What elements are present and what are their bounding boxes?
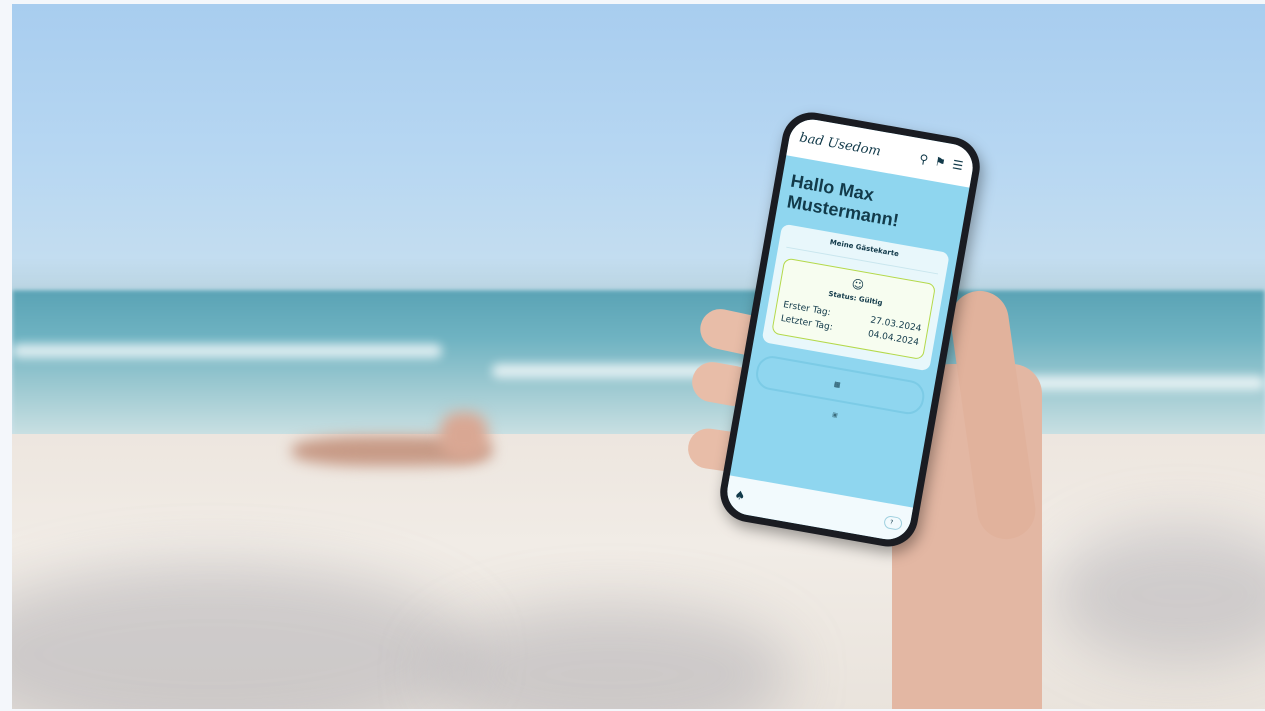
sunbather-head (440, 412, 488, 460)
menu-icon[interactable]: ☰ (951, 157, 964, 173)
status-box: ☺ Status: Gültig Erster Tag: 27.03.2024 … (771, 257, 937, 361)
help-icon: ? (889, 518, 894, 526)
guest-card: Meine Gästekarte ☺ Status: Gültig Erster… (761, 223, 950, 372)
wave (1012, 376, 1265, 390)
notification-icon[interactable]: ⚑ (934, 154, 947, 170)
header-icons: ⚲ ⚑ ☰ (918, 152, 964, 173)
app-logo[interactable]: bad Usedom (798, 130, 882, 159)
help-button[interactable]: ? (882, 514, 904, 531)
qr-code-icon: ▦ (833, 380, 842, 390)
wave (12, 344, 442, 358)
beach-photo: bad Usedom ⚲ ⚑ ☰ Hallo Max Mustermann! M… (12, 4, 1265, 709)
user-info[interactable]: ♠ (733, 488, 752, 505)
card-icon: ▣ (831, 411, 839, 420)
search-icon[interactable]: ⚲ (918, 152, 929, 167)
user-icon: ♠ (733, 487, 747, 504)
